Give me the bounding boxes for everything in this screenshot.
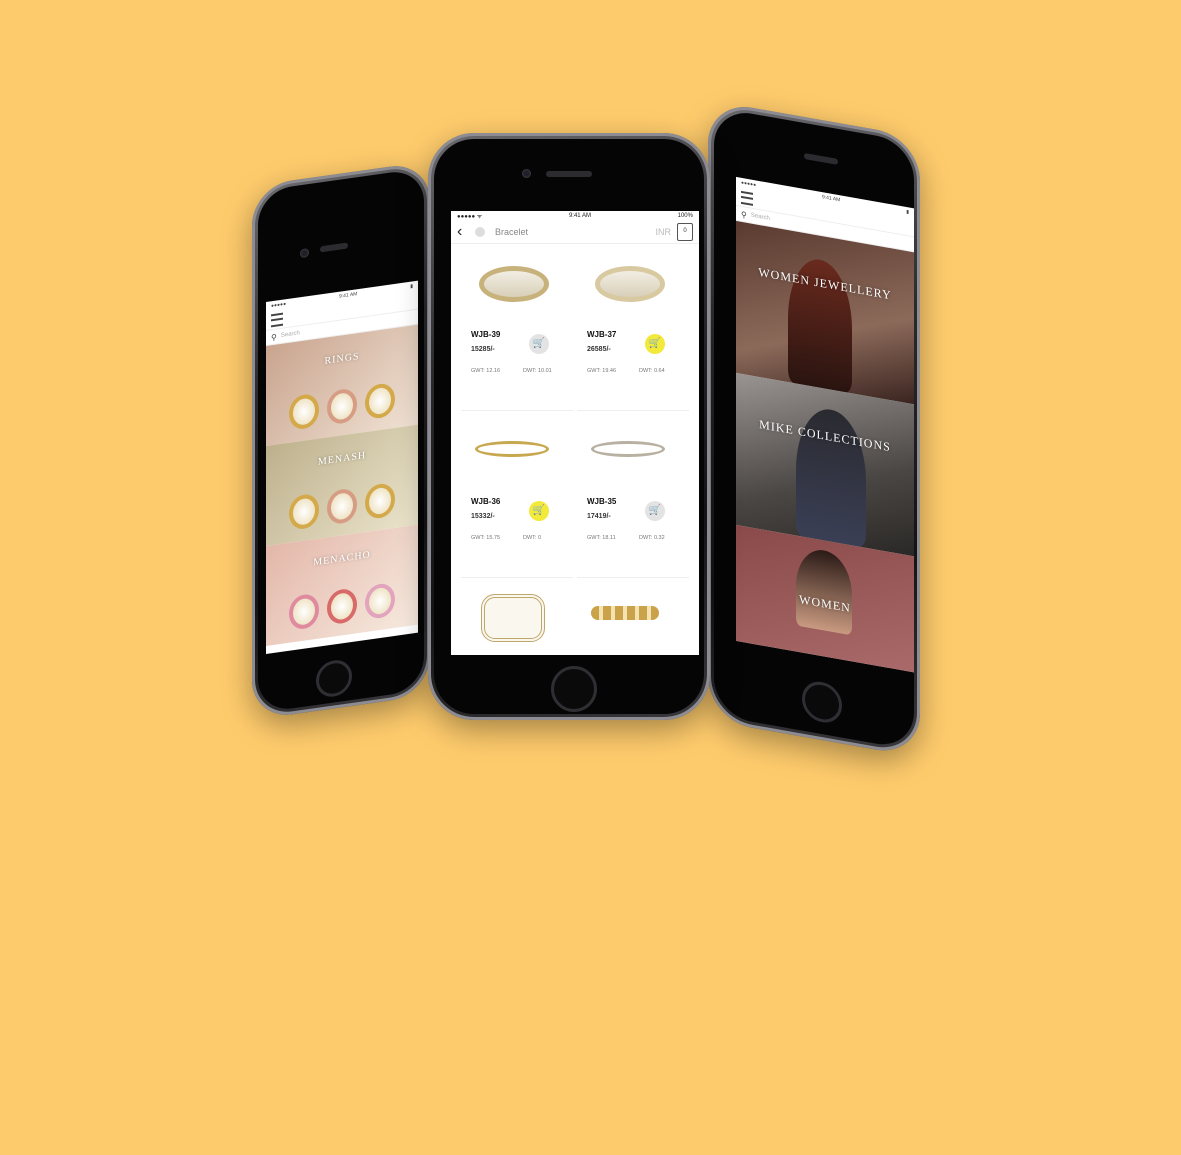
model-figure [796, 545, 852, 636]
bracelet-image [471, 425, 549, 469]
product-grid: WJB-39 15285/- 🛒 GWT: 12.16 DWT: 10.01 W… [451, 244, 699, 655]
add-to-cart-icon[interactable]: 🛒 [645, 334, 665, 354]
search-placeholder: Search [750, 212, 770, 222]
diamond-weight: DWT: 0.64 [639, 368, 665, 374]
add-to-cart-icon[interactable]: 🛒 [645, 501, 665, 521]
gross-weight: GWT: 18.11 [587, 535, 616, 541]
add-to-cart-icon[interactable]: 🛒 [529, 334, 549, 354]
hamburger-menu-icon[interactable] [271, 312, 283, 327]
product-card[interactable]: WJB-35 17419/- 🛒 GWT: 18.11 DWT: 0.32 [577, 411, 689, 578]
status-time: 9:41 AM [568, 213, 591, 219]
search-icon: ⚲ [271, 332, 277, 342]
gross-weight: GWT: 12.16 [471, 368, 501, 374]
product-price: 15285/- [471, 346, 495, 353]
page-title: Bracelet [495, 227, 529, 237]
gross-weight: GWT: 19.46 [587, 368, 617, 374]
banner-label: RINGS [324, 350, 360, 367]
search-placeholder: Search [280, 330, 300, 339]
status-bar: ●●●●● ᯤ 9:41 AM 100% [451, 211, 699, 221]
rings-image [266, 379, 418, 434]
brand-logo-icon [475, 227, 485, 237]
rings-image [266, 479, 418, 534]
product-price: 15332/- [471, 513, 495, 520]
bracelet-image [471, 592, 547, 642]
earpiece-speaker [320, 242, 348, 253]
product-code: WJB-35 [587, 497, 617, 506]
product-code: WJB-37 [587, 330, 617, 339]
banner-label: MENASH [317, 449, 367, 468]
front-camera [300, 247, 309, 259]
bracelet-image [587, 258, 665, 302]
phone-center-bezel: ●●●●● ᯤ 9:41 AM 100% ‹ Bracelet INR 0 WJ… [434, 139, 704, 714]
app-navbar: ‹ Bracelet INR 0 [451, 221, 699, 244]
shopping-bag-icon[interactable]: 0 [677, 223, 693, 241]
center-screen: ●●●●● ᯤ 9:41 AM 100% ‹ Bracelet INR 0 WJ… [451, 211, 699, 655]
product-card[interactable]: WJB-37 26585/- 🛒 GWT: 19.46 DWT: 0.64 [577, 244, 689, 411]
add-to-cart-icon[interactable]: 🛒 [529, 501, 549, 521]
category-banner[interactable]: MENACHO [266, 524, 418, 647]
phone-right: ●●●●● 9:41 AM ▮ ⚲ Search WOMEN JEWELLERY M… [708, 100, 920, 758]
product-code: WJB-36 [471, 497, 501, 506]
banner-label: MENACHO [313, 549, 371, 569]
right-screen: ●●●●● 9:41 AM ▮ ⚲ Search WOMEN JEWELLERY M… [736, 176, 914, 673]
home-button[interactable] [551, 666, 597, 712]
bracelet-image [587, 425, 665, 469]
bracelet-image [587, 592, 663, 636]
phone-left-bezel: ●●●●● 9:41 AM ▮ ⚲ Search RINGS MENASH MENA… [258, 167, 424, 714]
search-icon: ⚲ [741, 209, 747, 220]
product-card[interactable]: WJB-36 15332/- 🛒 GWT: 15.75 DWT: 0 [461, 411, 573, 578]
currency-label[interactable]: INR [656, 227, 672, 237]
bracelet-image [471, 258, 549, 302]
product-price: 26585/- [587, 346, 611, 353]
product-card[interactable] [461, 578, 573, 655]
front-camera [522, 169, 531, 178]
product-price: 17419/- [587, 513, 611, 520]
gross-weight: GWT: 15.75 [471, 535, 501, 541]
diamond-weight: DWT: 0.32 [639, 535, 665, 541]
hamburger-menu-icon[interactable] [741, 190, 753, 206]
home-button[interactable] [802, 678, 842, 726]
diamond-weight: DWT: 10.01 [523, 368, 552, 374]
product-card[interactable]: WJB-39 15285/- 🛒 GWT: 12.16 DWT: 10.01 [461, 244, 573, 411]
phone-center: ●●●●● ᯤ 9:41 AM 100% ‹ Bracelet INR 0 WJ… [428, 133, 710, 720]
rings-image [266, 579, 418, 634]
chevron-left-icon[interactable]: ‹ [457, 223, 467, 241]
earpiece-speaker [804, 152, 838, 165]
phone-right-bezel: ●●●●● 9:41 AM ▮ ⚲ Search WOMEN JEWELLERY M… [714, 107, 914, 751]
diamond-weight: DWT: 0 [523, 535, 542, 541]
product-code: WJB-39 [471, 330, 501, 339]
battery-level: 100% [677, 213, 693, 219]
earpiece-speaker [546, 171, 592, 177]
carrier-signal: ●●●●● ᯤ [457, 214, 483, 220]
home-button[interactable] [316, 657, 352, 700]
left-screen: ●●●●● 9:41 AM ▮ ⚲ Search RINGS MENASH MENA… [266, 280, 418, 655]
phone-left: ●●●●● 9:41 AM ▮ ⚲ Search RINGS MENASH MENA… [252, 160, 430, 720]
product-card[interactable] [577, 578, 689, 655]
